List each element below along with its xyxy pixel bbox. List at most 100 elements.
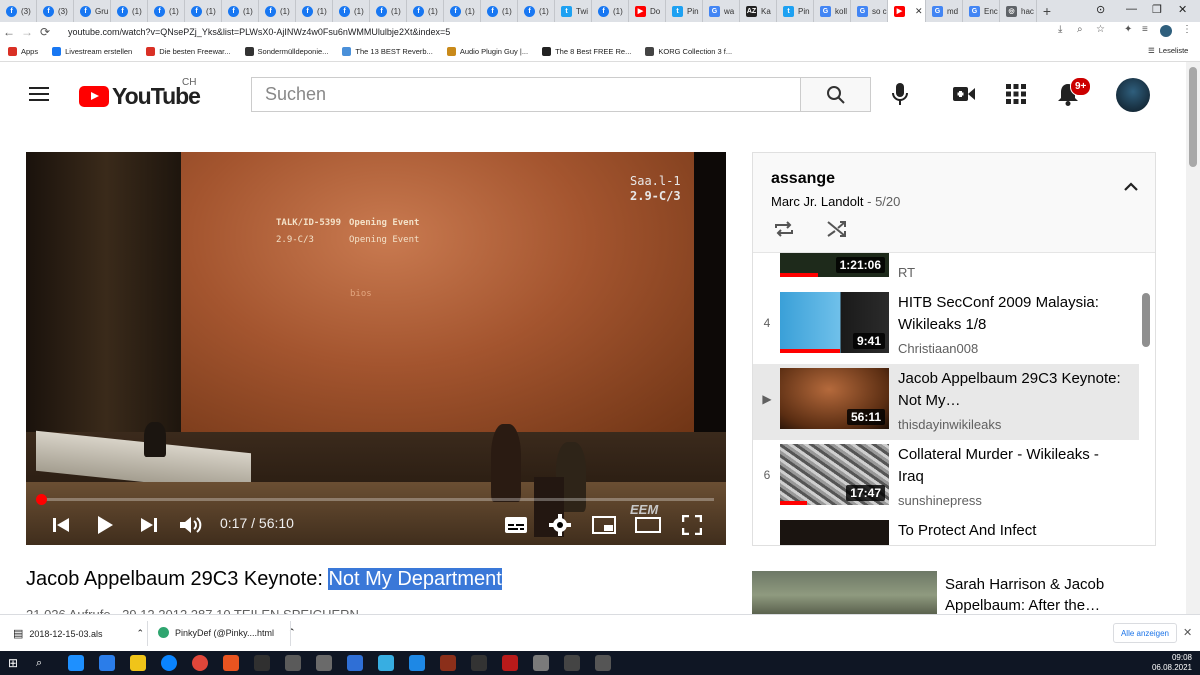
playlist-item-channel[interactable]: thisdayinwikileaks — [898, 417, 1001, 432]
new-tab-button[interactable]: + — [1037, 3, 1057, 19]
taskbar-app-icon[interactable] — [130, 655, 146, 671]
browser-tab[interactable]: f (1) — [148, 0, 185, 22]
browser-tab[interactable]: f (1) — [222, 0, 259, 22]
extensions-icon[interactable]: ✦ — [1124, 24, 1132, 35]
browser-tab[interactable]: f (1) — [333, 0, 370, 22]
playlist-scrollbar-thumb[interactable] — [1142, 293, 1150, 347]
taskbar-app-icon[interactable] — [347, 655, 363, 671]
taskbar-app-icon[interactable] — [440, 655, 456, 671]
browser-tab[interactable]: G Enc — [963, 0, 1000, 22]
playlist-item-channel[interactable]: Christiaan008 — [898, 341, 978, 356]
taskbar-app-icon[interactable] — [99, 655, 115, 671]
browser-tab[interactable]: f (3) — [37, 0, 74, 22]
star-icon[interactable]: ☆ — [1096, 24, 1105, 35]
chevron-up-icon[interactable]: ⌃ — [136, 628, 144, 639]
settings-button[interactable] — [547, 512, 573, 538]
browser-tab[interactable]: f (1) — [407, 0, 444, 22]
bookmark-item[interactable]: Sondermülldeponie... — [244, 47, 328, 56]
browser-tab[interactable]: Gwa — [703, 0, 740, 22]
reading-list[interactable]: ☰ Leseliste — [1148, 46, 1188, 55]
taskbar-app-icon[interactable] — [192, 655, 208, 671]
browser-tab[interactable]: t Twi — [555, 0, 592, 22]
bookmark-item[interactable]: The 13 BEST Reverb... — [342, 47, 433, 56]
taskbar-app-icon[interactable] — [502, 655, 518, 671]
video-progress-bar[interactable] — [36, 494, 714, 505]
taskbar-app-icon[interactable] — [409, 655, 425, 671]
playlist-item-thumbnail[interactable]: 9:41 — [780, 292, 889, 353]
reload-icon[interactable]: ⟳ — [36, 25, 54, 39]
browser-tab[interactable]: f (1) — [444, 0, 481, 22]
collapse-playlist-button[interactable] — [1123, 179, 1139, 197]
related-video[interactable]: Sarah Harrison & Jacob Appelbaum: After … — [752, 571, 1172, 614]
playlist-item[interactable]: To Protect And Infect — [753, 516, 1139, 545]
playlist-item-title[interactable]: Jacob Appelbaum 29C3 Keynote: Not My… — [898, 368, 1128, 412]
browser-tab[interactable]: Gkoll — [814, 0, 851, 22]
playlist-item[interactable]: 4 9:41 HITB SecConf 2009 Malaysia: Wikilea… — [753, 288, 1139, 364]
taskbar-app-icon[interactable] — [316, 655, 332, 671]
play-button[interactable] — [92, 512, 118, 538]
browser-tab[interactable]: f (1) — [296, 0, 333, 22]
related-video-title[interactable]: Sarah Harrison & Jacob Appelbaum: After … — [945, 574, 1155, 614]
apps-button[interactable] — [1004, 82, 1028, 106]
browser-tab[interactable]: ▶ ✕ — [888, 0, 926, 22]
search-input[interactable]: Suchen — [251, 77, 801, 112]
browser-tab[interactable]: f (1) — [259, 0, 296, 22]
playlist-item-title[interactable]: To Protect And Infect — [898, 520, 1128, 542]
menu-icon[interactable] — [29, 87, 49, 101]
forward-icon[interactable]: → — [18, 25, 36, 39]
taskbar-app-icon[interactable] — [223, 655, 239, 671]
bookmark-item[interactable]: Livestream erstellen — [52, 47, 132, 56]
browser-tab[interactable]: f (1) — [111, 0, 148, 22]
search-button[interactable] — [800, 77, 871, 112]
page-scrollbar-thumb[interactable] — [1189, 67, 1197, 167]
reading-list-icon[interactable]: ≡ — [1142, 24, 1148, 35]
show-all-downloads-button[interactable]: Alle anzeigen — [1113, 623, 1177, 643]
create-video-button[interactable] — [952, 82, 976, 106]
bookmark-item[interactable]: KORG Collection 3 f... — [645, 47, 732, 56]
close-icon[interactable]: ✕ — [1183, 626, 1192, 639]
download-item[interactable]: ▤ 2018-12-15-03.als ⌃ — [13, 627, 144, 640]
close-tab-icon[interactable]: ✕ — [915, 6, 923, 17]
subtitles-button[interactable] — [503, 512, 529, 538]
volume-button[interactable] — [178, 512, 204, 538]
browser-tab[interactable]: f (1) — [481, 0, 518, 22]
shuffle-playlist-button[interactable] — [826, 219, 848, 244]
window-close-icon[interactable]: ✕ — [1178, 3, 1187, 16]
download-item[interactable]: PinkyDef (@Pinky....html ⌃ — [158, 627, 296, 638]
browser-tab[interactable]: t Pin — [777, 0, 814, 22]
playlist-item-channel[interactable]: sunshinepress — [898, 493, 982, 508]
browser-tab[interactable]: AZ Ka — [740, 0, 777, 22]
playlist-item-thumbnail[interactable] — [780, 520, 889, 545]
next-button[interactable] — [136, 512, 162, 538]
browser-tab[interactable]: ▶ Do — [629, 0, 666, 22]
browser-tab[interactable]: f (1) — [592, 0, 629, 22]
youtube-logo[interactable]: YouTube CH — [79, 77, 201, 110]
browser-tab[interactable]: ◎ hac — [1000, 0, 1037, 22]
theater-mode-button[interactable] — [635, 512, 661, 538]
taskbar-app-icon[interactable] — [564, 655, 580, 671]
playlist-item-channel[interactable]: RT — [898, 265, 915, 280]
page-scrollbar[interactable] — [1186, 62, 1200, 614]
browser-tab[interactable]: f (1) — [370, 0, 407, 22]
bookmark-item[interactable]: Audio Plugin Guy |... — [446, 47, 528, 56]
profile-avatar[interactable] — [1160, 25, 1172, 37]
minimize-icon[interactable]: — — [1126, 3, 1137, 15]
system-clock[interactable]: 09:08 06.08.2021 — [1152, 653, 1192, 673]
tab-search-icon[interactable]: ⊙ — [1096, 3, 1105, 16]
taskbar-app-icon[interactable] — [471, 655, 487, 671]
bookmark-item[interactable]: Die besten Freewar... — [146, 47, 231, 56]
playlist-item[interactable]: ▶ 56:11 Jacob Appelbaum 29C3 Keynote: Not … — [753, 364, 1139, 440]
windows-start-icon[interactable]: ⊞ — [8, 655, 24, 671]
account-avatar[interactable] — [1116, 78, 1150, 112]
url-field[interactable]: youtube.com/watch?v=QNsePZj_Yks&list=PLW… — [68, 27, 450, 37]
playlist-item-thumbnail[interactable]: 56:11 — [780, 368, 889, 429]
video-player[interactable]: TALK/ID-5399 2.9-C/3 Opening Event Openi… — [26, 152, 726, 545]
menu-icon[interactable]: ⋮ — [1182, 24, 1192, 35]
browser-tab[interactable]: Gso c — [851, 0, 888, 22]
related-video-thumbnail[interactable] — [752, 571, 937, 614]
taskbar-app-icon[interactable] — [378, 655, 394, 671]
browser-tab[interactable]: t Pin — [666, 0, 703, 22]
download-icon[interactable]: ⤓ — [1058, 24, 1062, 35]
browser-tab[interactable]: Gmd — [926, 0, 963, 22]
loop-playlist-button[interactable] — [773, 219, 795, 244]
